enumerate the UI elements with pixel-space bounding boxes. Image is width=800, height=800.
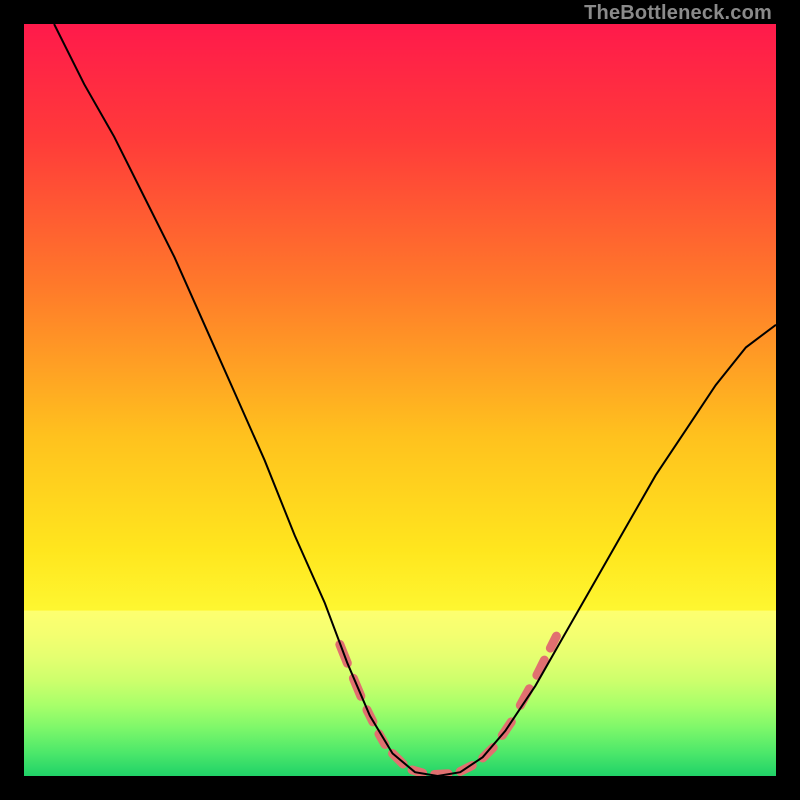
highlight-dash: [550, 636, 556, 648]
bottleneck-chart: [24, 24, 776, 776]
chart-frame: [24, 24, 776, 776]
bottom-green-band: [24, 611, 776, 776]
watermark-text: TheBottleneck.com: [584, 2, 772, 25]
